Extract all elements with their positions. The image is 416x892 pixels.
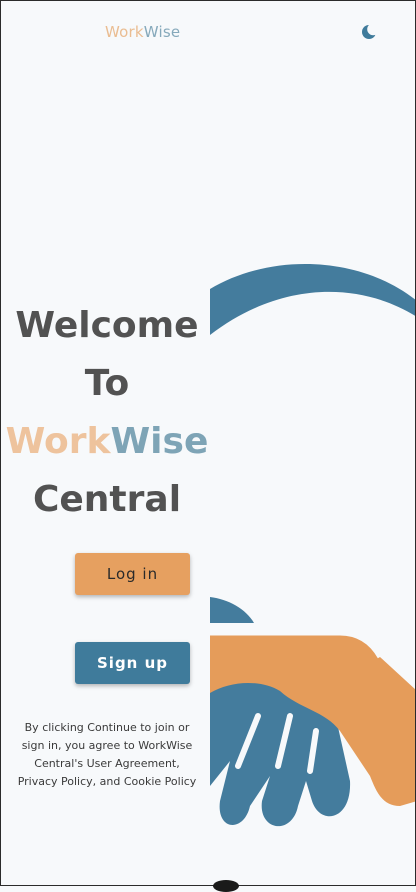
- login-button[interactable]: Log in: [75, 553, 190, 595]
- brand-work-text: Work: [5, 421, 111, 462]
- logo-wise-text: Wise: [143, 23, 181, 41]
- brand-wise-text: Wise: [110, 421, 209, 462]
- to-line: To: [84, 363, 130, 404]
- app-screen: WorkWise Welcome To WorkWise Central Log…: [0, 0, 416, 886]
- brand-line: WorkWise: [1, 413, 213, 471]
- welcome-line: Welcome: [15, 305, 199, 346]
- welcome-heading: Welcome To WorkWise Central: [1, 297, 213, 529]
- home-indicator: [213, 880, 239, 892]
- signup-button-label: Sign up: [97, 654, 168, 672]
- central-line: Central: [32, 479, 182, 520]
- moon-icon[interactable]: [361, 23, 380, 41]
- signup-button[interactable]: Sign up: [75, 642, 190, 684]
- header-logo[interactable]: WorkWise: [105, 23, 180, 41]
- logo-work-text: Work: [105, 23, 144, 41]
- handshake-illustration: [210, 264, 415, 827]
- legal-notice: By clicking Continue to join or sign in,…: [17, 721, 197, 788]
- illustration-cuff: [210, 597, 254, 623]
- illustration-arc: [210, 264, 415, 335]
- login-button-label: Log in: [106, 565, 159, 583]
